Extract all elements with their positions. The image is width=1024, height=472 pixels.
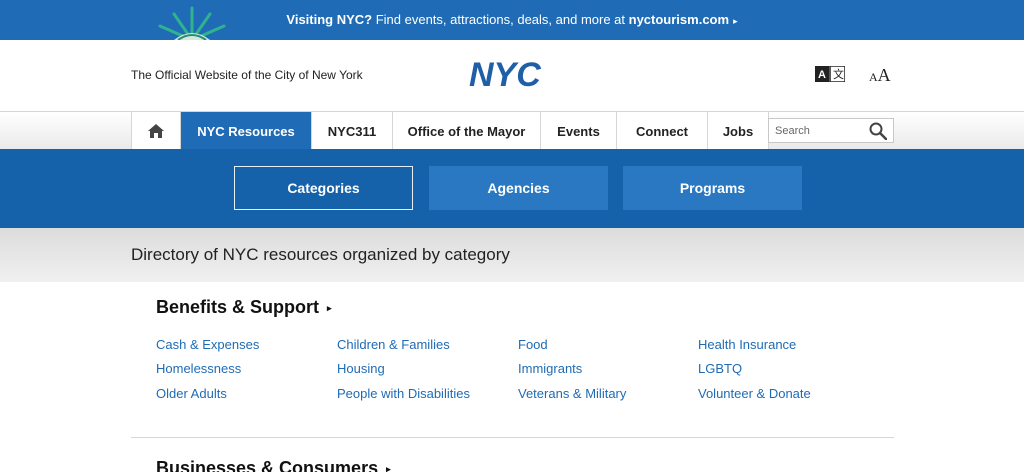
nav-item-events[interactable]: Events [541, 112, 617, 150]
nav-item-office-of-the-mayor[interactable]: Office of the Mayor [393, 112, 541, 150]
banner-lead: Visiting NYC? [286, 12, 373, 27]
resource-tabs: Categories Agencies Programs [0, 149, 1024, 228]
section-title-businesses-consumers[interactable]: Businesses & Consumers ▸ [156, 458, 391, 472]
category-link[interactable]: LGBTQ [698, 361, 742, 376]
nav-item-nyc-resources[interactable]: NYC Resources [181, 112, 312, 150]
official-site-label: The Official Website of the City of New … [131, 68, 363, 82]
section-title-label: Businesses & Consumers [156, 458, 379, 472]
nyc-logo[interactable]: NYC [469, 56, 557, 95]
tab-programs[interactable]: Programs [623, 166, 802, 210]
page-title: Directory of NYC resources organized by … [131, 245, 510, 264]
category-link[interactable]: People with Disabilities [337, 386, 470, 401]
section-title-label: Benefits & Support [156, 297, 320, 317]
category-link[interactable]: Cash & Expenses [156, 337, 259, 352]
svg-text:A: A [818, 69, 826, 81]
banner-link[interactable]: nyctourism.com [629, 12, 729, 27]
svg-text:文: 文 [833, 67, 844, 81]
section-title-benefits-support[interactable]: Benefits & Support ▸ [156, 297, 332, 318]
main-nav-bar: NYC Resources NYC311 Office of the Mayor… [0, 111, 1024, 150]
category-link[interactable]: Volunteer & Donate [698, 386, 811, 401]
nyc-logo-text: NYC [469, 58, 541, 90]
text-size-small: A [869, 70, 878, 84]
section-divider [131, 437, 894, 438]
category-link[interactable]: Food [518, 337, 548, 352]
nav-item-connect[interactable]: Connect [617, 112, 708, 150]
category-link[interactable]: Immigrants [518, 361, 582, 376]
category-link[interactable]: Older Adults [156, 386, 227, 401]
search-input[interactable] [769, 119, 859, 142]
banner-text[interactable]: Visiting NYC? Find events, attractions, … [0, 12, 1024, 27]
main-nav: NYC Resources NYC311 Office of the Mayor… [131, 112, 769, 150]
category-link[interactable]: Homelessness [156, 361, 241, 376]
banner-arrow-icon: ▸ [733, 16, 738, 26]
section-arrow-icon: ▸ [327, 302, 332, 313]
directory-heading-band: Directory of NYC resources organized by … [0, 228, 1024, 282]
nav-home-button[interactable] [132, 112, 181, 150]
translate-icon[interactable]: A 文 [815, 65, 846, 83]
tourism-banner[interactable]: Visiting NYC? Find events, attractions, … [0, 0, 1024, 40]
tab-agencies[interactable]: Agencies [429, 166, 608, 210]
category-link[interactable]: Veterans & Military [518, 386, 626, 401]
category-link[interactable]: Health Insurance [698, 337, 796, 352]
nav-item-jobs[interactable]: Jobs [708, 112, 769, 150]
text-size-icon[interactable]: AA [869, 65, 891, 86]
section-arrow-icon: ▸ [386, 463, 391, 472]
banner-body: Find events, attractions, deals, and mor… [372, 12, 629, 27]
nav-item-nyc311[interactable]: NYC311 [312, 112, 393, 150]
category-link[interactable]: Housing [337, 361, 385, 376]
search-icon[interactable] [869, 122, 888, 145]
category-link[interactable]: Children & Families [337, 337, 450, 352]
text-size-big: A [877, 65, 891, 85]
home-icon [148, 124, 164, 138]
site-header: The Official Website of the City of New … [0, 40, 1024, 112]
search-box [768, 118, 894, 143]
tab-categories[interactable]: Categories [234, 166, 413, 210]
